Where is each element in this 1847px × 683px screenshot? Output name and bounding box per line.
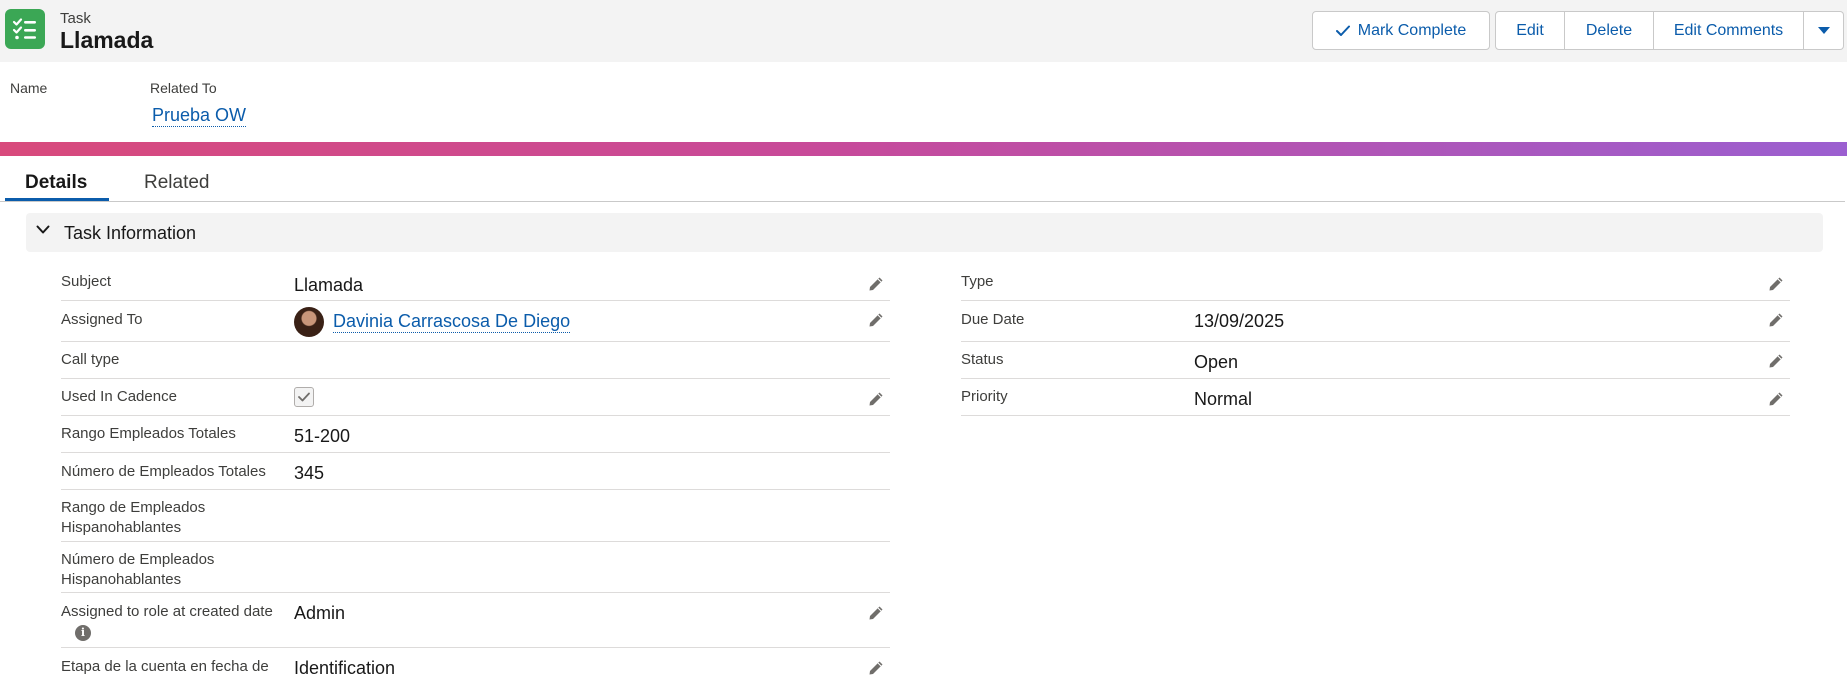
pencil-icon[interactable] — [1768, 276, 1784, 292]
field-assigned-to: Assigned To Davinia Carrascosa De Diego — [61, 301, 890, 342]
field-value: Open — [1194, 352, 1239, 372]
field-value: Admin — [294, 603, 346, 623]
assigned-user-link[interactable]: Davinia Carrascosa De Diego — [333, 311, 571, 333]
field-type: Type — [961, 266, 1790, 301]
section-toggle-task-information[interactable]: Task Information — [26, 213, 1823, 252]
field-label: Priority — [961, 388, 1008, 405]
field-label: Rango de Empleados Hispanohablantes — [61, 498, 205, 538]
field-label-line1: Rango de Empleados — [61, 499, 206, 516]
field-rango-empleados-hispanohablantes: Rango de Empleados Hispanohablantes — [61, 490, 890, 542]
field-label: Subject — [61, 273, 112, 290]
field-label-line2: Hispanohablantes — [61, 519, 182, 536]
name-label: Name — [10, 80, 48, 96]
field-subject: Subject Llamada — [61, 266, 890, 301]
field-label-line2: Hispanohablantes — [61, 571, 182, 588]
chevron-down-icon — [1817, 27, 1830, 34]
pencil-icon[interactable] — [1768, 391, 1784, 407]
record-tabs: Details Related — [0, 160, 1845, 202]
pencil-icon[interactable] — [868, 391, 884, 407]
chevron-down-icon — [36, 225, 50, 234]
field-value: 13/09/2025 — [1194, 311, 1285, 331]
field-label: Type — [961, 273, 994, 290]
record-header: Task Llamada Mark Complete Edit Delete E… — [0, 0, 1847, 62]
field-label: Call type — [61, 351, 120, 368]
field-etapa-cuenta: Etapa de la cuenta en fecha de Identific… — [61, 648, 890, 683]
mark-complete-label: Mark Complete — [1357, 21, 1467, 39]
field-label-text: Assigned to role at created date — [61, 603, 273, 620]
field-label: Rango Empleados Totales — [61, 425, 236, 442]
field-label: Assigned to role at created date i — [61, 602, 273, 642]
related-to-link[interactable]: Prueba OW — [152, 104, 247, 127]
field-numero-empleados-totales: Número de Empleados Totales 345 — [61, 453, 890, 490]
pencil-icon[interactable] — [868, 605, 884, 621]
checkmark-icon — [298, 392, 310, 402]
related-to-label: Related To — [150, 80, 217, 96]
field-used-in-cadence: Used In Cadence — [61, 379, 890, 416]
field-rango-empleados-totales: Rango Empleados Totales 51-200 — [61, 416, 890, 453]
section-title: Task Information — [64, 223, 197, 243]
pencil-icon[interactable] — [868, 312, 884, 328]
field-value: Normal — [1194, 389, 1253, 409]
tab-details[interactable]: Details — [25, 172, 87, 194]
pencil-icon[interactable] — [868, 276, 884, 292]
edit-comments-button[interactable]: Edit Comments — [1654, 11, 1804, 50]
field-label: Número de Empleados Hispanohablantes — [61, 550, 214, 590]
decorative-gradient-bar — [0, 142, 1847, 156]
more-actions-button[interactable] — [1804, 11, 1844, 50]
field-label: Número de Empleados Totales — [61, 463, 266, 480]
field-label: Used In Cadence — [61, 388, 177, 405]
used-in-cadence-checkbox — [294, 387, 314, 407]
active-tab-indicator — [5, 198, 109, 201]
field-call-type: Call type — [61, 342, 890, 379]
field-numero-empleados-hispanohablantes: Número de Empleados Hispanohablantes — [61, 542, 890, 593]
field-label: Due Date — [961, 311, 1025, 328]
edit-button[interactable]: Edit — [1495, 11, 1565, 50]
delete-button[interactable]: Delete — [1565, 11, 1654, 50]
object-type-label: Task — [60, 10, 91, 27]
field-value: 345 — [294, 463, 325, 483]
checkmark-icon — [1335, 25, 1350, 36]
field-due-date: Due Date 13/09/2025 — [961, 301, 1790, 342]
field-label-line1: Número de Empleados — [61, 551, 215, 568]
page-title: Llamada — [60, 27, 154, 53]
field-label: Etapa de la cuenta en fecha de — [61, 658, 269, 675]
pencil-icon[interactable] — [1768, 353, 1784, 369]
field-label: Assigned To — [61, 311, 143, 328]
action-button-group: Edit Delete Edit Comments — [1495, 11, 1844, 50]
field-value: Identification — [294, 658, 396, 678]
field-value: 51-200 — [294, 426, 351, 446]
task-icon — [5, 9, 45, 49]
avatar — [294, 307, 324, 337]
field-value: Llamada — [294, 275, 364, 295]
field-status: Status Open — [961, 342, 1790, 379]
pencil-icon[interactable] — [868, 660, 884, 676]
info-icon[interactable]: i — [75, 625, 91, 641]
field-priority: Priority Normal — [961, 379, 1790, 416]
mark-complete-button[interactable]: Mark Complete — [1312, 11, 1490, 50]
field-assigned-role: Assigned to role at created date i Admin — [61, 593, 890, 648]
pencil-icon[interactable] — [1768, 312, 1784, 328]
tab-related[interactable]: Related — [144, 172, 210, 194]
field-label: Status — [961, 351, 1004, 368]
